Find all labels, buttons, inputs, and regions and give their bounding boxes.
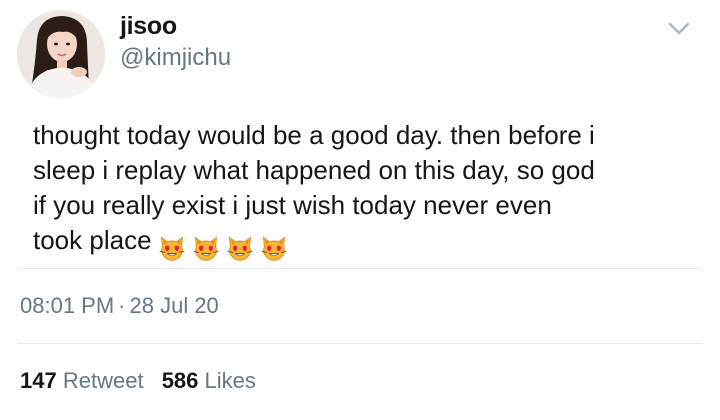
heart-eyes-cat-icon <box>159 236 184 261</box>
meta-separator: · <box>118 293 126 318</box>
tweet-line: if you really exist i just wish today ne… <box>33 190 552 220</box>
divider <box>18 343 703 344</box>
emoji-row <box>158 229 294 264</box>
chevron-down-icon[interactable] <box>664 16 694 40</box>
tweet-stats: 147 Retweet 586 Likes <box>20 368 256 394</box>
likes-stat[interactable]: 586 Likes <box>162 368 256 393</box>
tweet-card: jisoo @kimjichu thought today would be a… <box>0 0 720 420</box>
tweet-timestamp[interactable]: 08:01 PM · 28 Jul 20 <box>20 293 219 319</box>
avatar[interactable] <box>17 10 105 98</box>
retweets-count: 147 <box>20 368 57 393</box>
tweet-line-last: took place <box>33 223 673 264</box>
divider <box>18 268 703 269</box>
tweet-time: 08:01 PM <box>20 293 115 318</box>
tweet-line: thought today would be a good day. then … <box>33 120 595 150</box>
heart-eyes-cat-icon <box>227 236 252 261</box>
profile-photo-icon <box>17 10 105 98</box>
user-handle[interactable]: @kimjichu <box>120 44 231 72</box>
heart-eyes-cat-icon <box>261 236 286 261</box>
tweet-line-text: took place <box>33 225 152 255</box>
display-name[interactable]: jisoo <box>120 12 177 41</box>
tweet-date: 28 Jul 20 <box>129 293 219 318</box>
likes-count: 586 <box>161 368 199 393</box>
heart-eyes-cat-icon <box>193 236 218 261</box>
tweet-line: sleep i replay what happened on this day… <box>33 155 595 185</box>
retweets-stat[interactable]: 147 Retweet <box>20 368 150 393</box>
likes-label: Likes <box>204 368 256 393</box>
tweet-text: thought today would be a good day. then … <box>33 118 673 264</box>
retweets-label: Retweet <box>62 368 144 393</box>
